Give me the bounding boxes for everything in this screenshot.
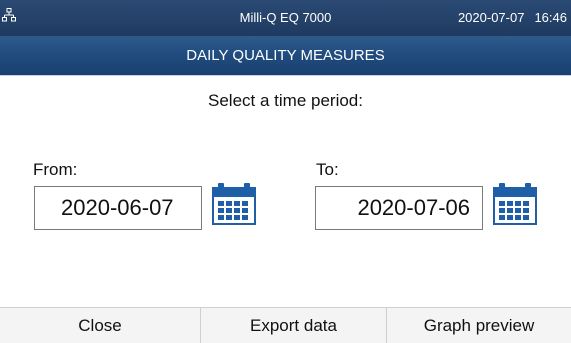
from-date-field[interactable]: 2020-06-07	[34, 186, 202, 230]
graph-preview-button[interactable]: Graph preview	[386, 308, 571, 343]
status-datetime: 2020-07-07 16:46	[458, 10, 567, 26]
status-bar: Milli-Q EQ 7000 2020-07-07 16:46	[0, 0, 571, 36]
to-calendar-icon[interactable]	[493, 182, 537, 226]
page-title: DAILY QUALITY MEASURES	[0, 36, 571, 76]
time-period-prompt: Select a time period:	[208, 91, 363, 110]
status-time: 16:46	[534, 10, 567, 25]
from-label: From:	[33, 160, 78, 179]
close-button[interactable]: Close	[0, 308, 200, 343]
to-date-field[interactable]: 2020-07-06	[315, 186, 483, 230]
status-date: 2020-07-07	[457, 10, 525, 25]
export-data-button[interactable]: Export data	[200, 308, 386, 343]
to-label: To:	[316, 160, 339, 179]
from-calendar-icon[interactable]	[212, 182, 256, 226]
bottom-action-bar: Close Export data Graph preview	[0, 307, 571, 343]
